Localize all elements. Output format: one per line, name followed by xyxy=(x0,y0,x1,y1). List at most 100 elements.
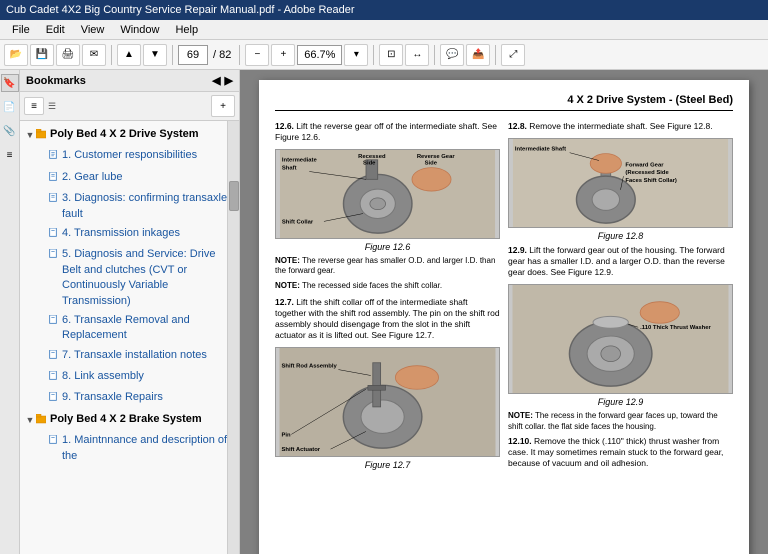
next-page-button[interactable]: ▼ xyxy=(143,44,167,66)
layers-icon[interactable]: ≡ xyxy=(1,146,19,164)
figure-12-7-caption: Figure 12.7 xyxy=(275,460,500,470)
figure-12-9: .110 Thick Thrust Washer xyxy=(508,284,733,394)
sidebar-toolbar: ≡ ☰ + xyxy=(20,92,239,121)
note-1: NOTE: The reverse gear has smaller O.D. … xyxy=(275,256,500,277)
content-grid: 12.6. Lift the reverse gear off of the i… xyxy=(275,121,733,475)
bookmark-label-poly-bed-drive: Poly Bed 4 X 2 Drive System xyxy=(50,127,235,142)
step-12-10-text: 12.10. Remove the thick (.110" thick) th… xyxy=(508,436,733,469)
print-button[interactable]: 🖨 xyxy=(56,44,80,66)
bookmark-page-icon-8 xyxy=(48,369,62,386)
separator-6 xyxy=(495,45,496,65)
fit-width-button[interactable]: ↔ xyxy=(405,44,429,66)
bookmark-page-icon-2 xyxy=(48,170,62,187)
svg-text:Shaft: Shaft xyxy=(282,166,297,172)
bookmark-label-transaxle-install: 7. Transaxle installation notes xyxy=(62,348,235,363)
sidebar-scrollbar[interactable] xyxy=(227,121,239,554)
bookmark-diagnosis[interactable]: 3. Diagnosis: confirming transaxle fault xyxy=(20,189,239,224)
menu-window[interactable]: Window xyxy=(112,22,167,38)
bookmark-page-icon-1 xyxy=(48,148,62,165)
bookmark-transaxle-repairs[interactable]: 9. Transaxle Repairs xyxy=(20,388,239,409)
pages-panel-icon[interactable]: 📄 xyxy=(1,98,19,116)
svg-text:Intermediate: Intermediate xyxy=(282,158,318,164)
figure-12-8-caption: Figure 12.8 xyxy=(508,231,733,241)
page-total: / 82 xyxy=(210,49,234,61)
expand-icon-5 xyxy=(36,226,48,228)
bookmark-label-transaxle-removal: 6. Transaxle Removal and Replacement xyxy=(62,313,235,344)
svg-text:Pin: Pin xyxy=(281,433,291,439)
bookmark-transmission[interactable]: 4. Transmission inkages xyxy=(20,224,239,245)
email-button[interactable]: ✉ xyxy=(82,44,106,66)
toolbar: 📂 💾 🖨 ✉ ▲ ▼ / 82 − + ▾ ⊡ ↔ 💬 📤 ⤢ xyxy=(0,40,768,70)
svg-text:Side: Side xyxy=(363,161,376,167)
figure-12-6-caption: Figure 12.6 xyxy=(275,242,500,252)
bookmark-gear-lube[interactable]: 2. Gear lube xyxy=(20,168,239,189)
bookmark-maintenance[interactable]: 1. Maintnnance and description of the xyxy=(20,431,239,466)
bookmark-page-icon-5 xyxy=(48,247,62,264)
page-number-input[interactable] xyxy=(178,45,208,65)
svg-text:Shift Actuator: Shift Actuator xyxy=(281,448,320,454)
left-icon-panel: 🔖 📄 📎 ≡ xyxy=(0,70,20,554)
pdf-area[interactable]: 4 X 2 Drive System - (Steel Bed) 12.6. L… xyxy=(240,70,768,554)
share-button[interactable]: 📤 xyxy=(466,44,490,66)
menu-edit[interactable]: Edit xyxy=(38,22,73,38)
bookmark-folder-icon-2 xyxy=(36,412,50,429)
menu-bar: File Edit View Window Help xyxy=(0,20,768,40)
step-12-6-text: 12.6. Lift the reverse gear off of the i… xyxy=(275,121,500,143)
expand-icon-4 xyxy=(36,191,48,193)
sidebar-scrollbar-thumb[interactable] xyxy=(229,181,239,211)
expand-icon-11 xyxy=(36,433,48,435)
bookmark-label-gear-lube: 2. Gear lube xyxy=(62,170,235,185)
figure-12-7: Shift Rod Assembly Pin Shift Actuator xyxy=(275,347,500,457)
prev-page-button[interactable]: ▲ xyxy=(117,44,141,66)
bookmark-new-button[interactable]: + xyxy=(211,95,235,117)
pdf-page: 4 X 2 Drive System - (Steel Bed) 12.6. L… xyxy=(259,80,749,554)
bookmarks-panel-icon[interactable]: 🔖 xyxy=(1,74,19,92)
separator-1 xyxy=(111,45,112,65)
menu-help[interactable]: Help xyxy=(167,22,206,38)
collapse-sidebar-icon[interactable]: ◀ xyxy=(212,74,220,87)
menu-file[interactable]: File xyxy=(4,22,38,38)
expand-icon-brake: ▼ xyxy=(24,412,36,427)
step-12-7-text: 12.7. Lift the shift collar off of the i… xyxy=(275,297,500,341)
zoom-input[interactable] xyxy=(297,45,342,65)
zoom-in-button[interactable]: + xyxy=(271,44,295,66)
expand-icon: ▼ xyxy=(24,127,36,142)
svg-text:Shift Collar: Shift Collar xyxy=(282,219,314,225)
figure-12-8: Intermediate Shaft Forward Gear (Recesse… xyxy=(508,138,733,228)
bookmark-folder-icon xyxy=(36,127,50,144)
figure-12-6-container: Intermediate Shaft Recessed Side Reverse… xyxy=(275,149,500,252)
attachments-icon[interactable]: 📎 xyxy=(1,122,19,140)
fit-page-button[interactable]: ⊡ xyxy=(379,44,403,66)
menu-view[interactable]: View xyxy=(73,22,113,38)
bookmark-transaxle-removal[interactable]: 6. Transaxle Removal and Replacement xyxy=(20,311,239,346)
open-button[interactable]: 📂 xyxy=(4,44,28,66)
bookmark-customer-resp[interactable]: 1. Customer responsibilities xyxy=(20,146,239,167)
svg-text:Side: Side xyxy=(425,161,438,167)
step-12-8-text: 12.8. Remove the intermediate shaft. See… xyxy=(508,121,733,132)
bookmark-link-assembly[interactable]: 8. Link assembly xyxy=(20,367,239,388)
step-12-9-text: 12.9. Lift the forward gear out of the h… xyxy=(508,245,733,278)
bookmark-page-icon-9 xyxy=(48,390,62,407)
svg-text:(Recessed Side: (Recessed Side xyxy=(625,170,669,176)
zoom-dropdown-button[interactable]: ▾ xyxy=(344,44,368,66)
sidebar-header-icons: ◀ ▶ xyxy=(212,74,233,87)
bookmark-diagnosis-service[interactable]: 5. Diagnosis and Service: Drive Belt and… xyxy=(20,245,239,311)
save-button[interactable]: 💾 xyxy=(30,44,54,66)
note-3: NOTE: The recess in the forward gear fac… xyxy=(508,411,733,432)
bookmark-poly-bed-drive[interactable]: ▼ Poly Bed 4 X 2 Drive System xyxy=(20,125,239,146)
comment-button[interactable]: 💬 xyxy=(440,44,464,66)
bookmark-poly-bed-brake[interactable]: ▼ Poly Bed 4 X 2 Brake System xyxy=(20,410,239,431)
bookmark-label-poly-bed-brake: Poly Bed 4 X 2 Brake System xyxy=(50,412,235,427)
col-right: 12.8. Remove the intermediate shaft. See… xyxy=(508,121,733,475)
zoom-out-button[interactable]: − xyxy=(245,44,269,66)
bookmark-options-button[interactable]: ≡ xyxy=(24,97,44,115)
bookmark-transaxle-install[interactable]: 7. Transaxle installation notes xyxy=(20,346,239,367)
fullscreen-button[interactable]: ⤢ xyxy=(501,44,525,66)
expand-icon-9 xyxy=(36,369,48,371)
sidebar-scroll-area: ▼ Poly Bed 4 X 2 Drive System 1. Custome… xyxy=(20,121,239,554)
figure-12-8-container: Intermediate Shaft Forward Gear (Recesse… xyxy=(508,138,733,241)
separator-2 xyxy=(172,45,173,65)
bookmark-view-label: ☰ xyxy=(48,101,56,112)
bookmark-label-transaxle-repairs: 9. Transaxle Repairs xyxy=(62,390,235,405)
expand-sidebar-icon[interactable]: ▶ xyxy=(225,74,233,87)
